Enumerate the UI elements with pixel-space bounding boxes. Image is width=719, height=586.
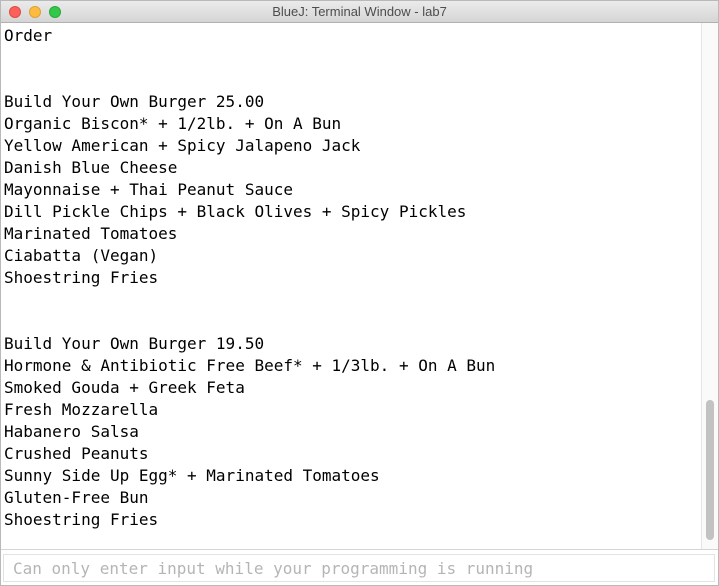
output-line: Organic Biscon* + 1/2lb. + On A Bun bbox=[4, 114, 342, 133]
terminal-output: Order Build Your Own Burger 25.00 Organic … bbox=[1, 23, 701, 531]
output-line: Shoestring Fries bbox=[4, 510, 159, 529]
vertical-scrollbar[interactable] bbox=[701, 23, 718, 549]
output-line: Hormone & Antibiotic Free Beef* + 1/3lb.… bbox=[4, 356, 496, 375]
terminal-window: BlueJ: Terminal Window - lab7 Order Build… bbox=[0, 0, 719, 586]
output-line: Fresh Mozzarella bbox=[4, 400, 159, 419]
output-line: Marinated Tomatoes bbox=[4, 224, 178, 243]
output-line: Order bbox=[4, 26, 53, 45]
title-bar[interactable]: BlueJ: Terminal Window - lab7 bbox=[1, 1, 718, 23]
terminal-output-area[interactable]: Order Build Your Own Burger 25.00 Organic … bbox=[1, 23, 701, 549]
output-line: Build Your Own Burger 19.50 bbox=[4, 334, 265, 353]
output-line: Sunny Side Up Egg* + Marinated Tomatoes bbox=[4, 466, 380, 485]
output-line: Habanero Salsa bbox=[4, 422, 139, 441]
output-line: Dill Pickle Chips + Black Olives + Spicy… bbox=[4, 202, 467, 221]
output-line: Mayonnaise + Thai Peanut Sauce bbox=[4, 180, 293, 199]
output-line: Ciabatta (Vegan) bbox=[4, 246, 159, 265]
output-line: Shoestring Fries bbox=[4, 268, 159, 287]
input-area bbox=[1, 549, 718, 585]
output-line: Yellow American + Spicy Jalapeno Jack bbox=[4, 136, 361, 155]
output-line: Gluten-Free Bun bbox=[4, 488, 149, 507]
output-line: Danish Blue Cheese bbox=[4, 158, 178, 177]
output-line: Crushed Peanuts bbox=[4, 444, 149, 463]
scrollbar-thumb[interactable] bbox=[706, 400, 714, 540]
terminal-input[interactable] bbox=[3, 554, 715, 582]
output-line: Smoked Gouda + Greek Feta bbox=[4, 378, 245, 397]
window-title: BlueJ: Terminal Window - lab7 bbox=[272, 4, 447, 19]
output-line: Build Your Own Burger 25.00 bbox=[4, 92, 265, 111]
